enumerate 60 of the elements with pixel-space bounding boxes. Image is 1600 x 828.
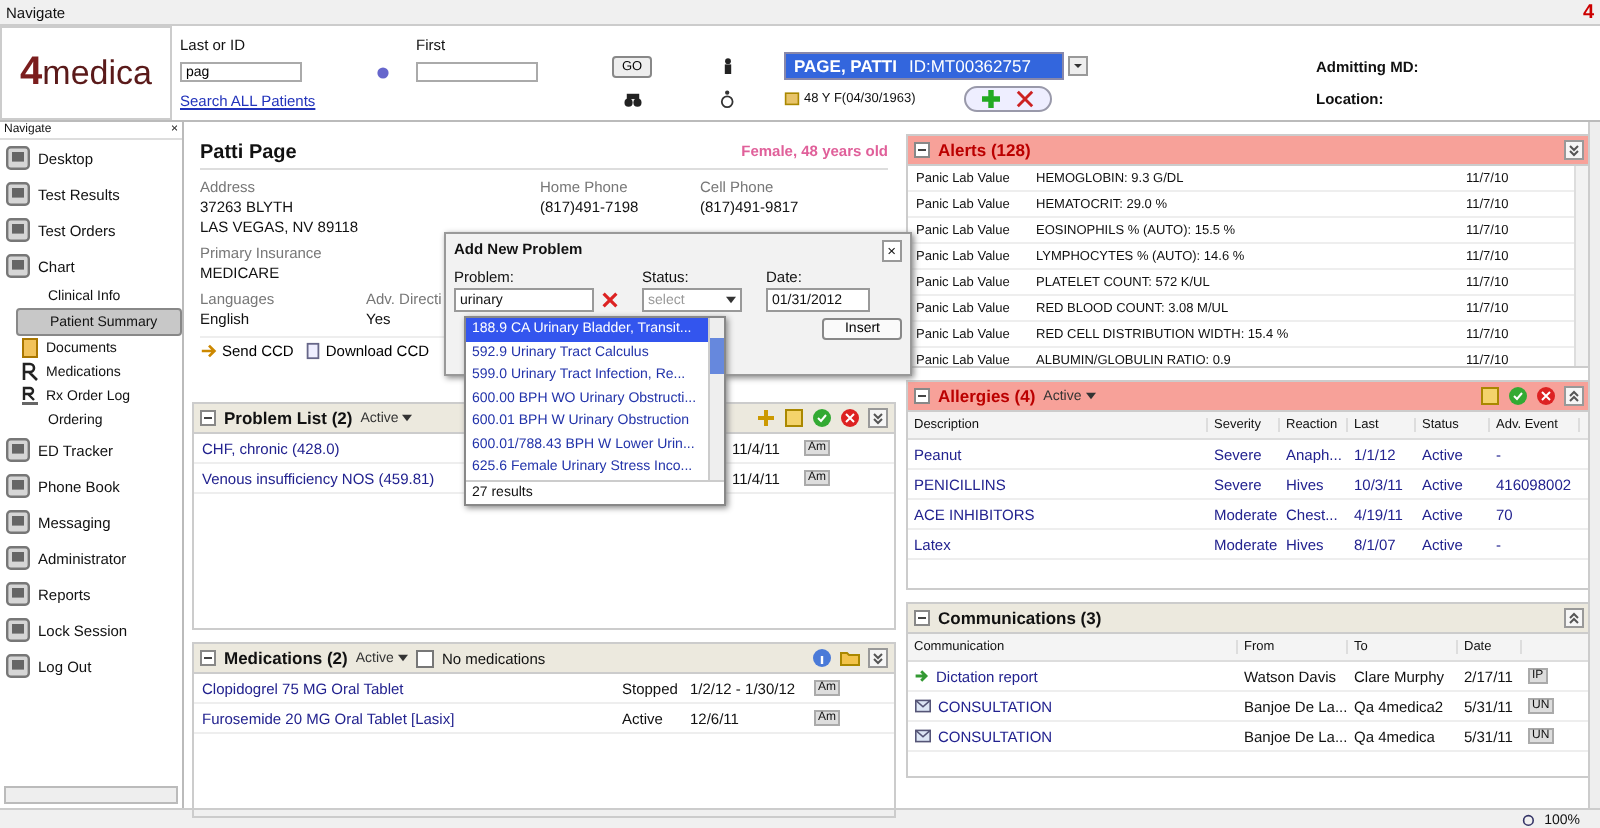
app-icon [6,474,30,498]
expand-icon[interactable] [868,408,888,428]
horizontal-scrollbar[interactable] [4,786,178,804]
patient-name: Patti Page [200,142,297,164]
collapse-icon[interactable] [914,142,930,158]
check-icon[interactable] [1508,386,1528,406]
caret-icon [1085,392,1096,400]
prescription-log-icon [20,386,40,406]
clear-icon [602,292,618,308]
collapse-icon[interactable] [200,410,216,426]
expand-icon[interactable] [868,648,888,668]
caret-icon [402,414,413,422]
add-icon[interactable] [981,89,1000,108]
arrow-icon [914,668,930,684]
close-icon[interactable] [1015,89,1034,108]
app-icon [6,182,30,206]
delete-icon[interactable] [840,408,860,428]
logo: 4medica [0,26,172,120]
check-icon[interactable] [812,408,832,428]
note-icon[interactable] [784,408,804,428]
panel-title: Communications (3) [938,608,1102,628]
collapse-icon[interactable] [1564,386,1584,406]
checkbox[interactable] [415,649,434,667]
send-icon [200,342,218,360]
collapse-icon[interactable] [914,388,930,404]
vertical-scrollbar[interactable] [708,318,724,479]
app-icon [6,546,30,570]
patient-select[interactable]: PAGE, PATTI ID:MT00362757 [784,52,1064,81]
collapse-icon[interactable] [914,610,930,626]
person-icon [720,56,736,77]
brand-number-label: 4 [1582,1,1594,23]
dropdown-icon [1068,56,1088,77]
app-icon [6,438,30,462]
caret-icon [397,654,408,662]
document-icon [20,338,40,358]
first-name-field[interactable] [416,62,538,83]
caret-icon [726,296,736,304]
collapse-icon[interactable] [1564,608,1584,628]
binoculars-icon[interactable] [623,91,641,108]
delete-icon[interactable] [1536,386,1556,406]
app-icon [6,654,30,678]
app-icon [6,146,30,170]
prescription-icon [20,362,40,382]
folder-icon [784,90,800,107]
app-icon [6,510,30,534]
document-icon [303,342,322,360]
panel-title: Medications (2) [224,648,348,668]
folder-icon[interactable] [840,648,860,668]
app-icon [6,618,30,642]
envelope-icon [914,698,932,714]
panel-title: Problem List (2) [224,408,353,428]
expand-icon[interactable] [1564,140,1584,160]
info-icon[interactable] [812,648,832,668]
app-icon [6,218,30,242]
app-icon [6,582,30,606]
app-icon [6,254,30,278]
panel-title: Allergies (4) [938,386,1036,406]
collapse-icon[interactable] [200,650,216,666]
envelope-icon [914,728,932,744]
panel-title: Alerts (128) [938,140,1031,160]
